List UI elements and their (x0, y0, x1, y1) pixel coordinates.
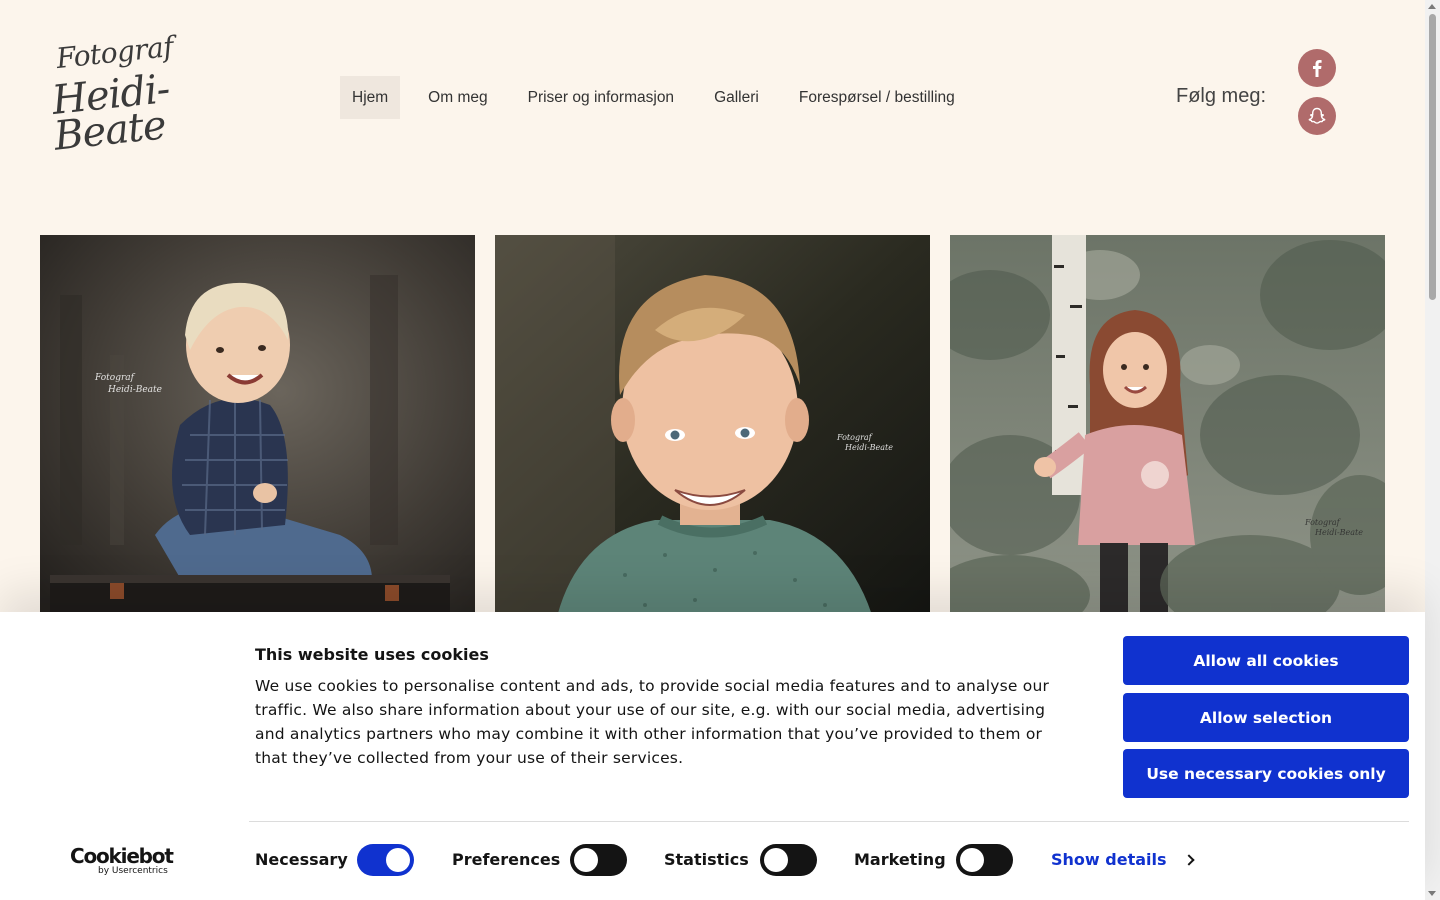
statistics-toggle[interactable] (760, 844, 817, 876)
allow-selection-button[interactable]: Allow selection (1123, 693, 1409, 742)
scroll-up-arrow-icon[interactable] (1428, 4, 1436, 9)
toggle-knob (960, 848, 984, 872)
chevron-right-icon (1182, 854, 1195, 866)
site-logo[interactable]: Fotograf Heidi- Beate (50, 30, 182, 161)
snapchat-link[interactable] (1298, 97, 1336, 135)
cookie-banner: This website uses cookies We use cookies… (0, 612, 1425, 900)
nav-item-galleri[interactable]: Galleri (702, 76, 771, 119)
preferences-label: Preferences (452, 850, 561, 869)
cookie-title: This website uses cookies (255, 645, 489, 664)
necessary-label: Necessary (255, 850, 348, 869)
allow-all-cookies-button[interactable]: Allow all cookies (1123, 636, 1409, 685)
site-header: Fotograf Heidi- Beate Hjem Om meg Priser… (0, 0, 1425, 200)
snapchat-icon (1308, 107, 1326, 124)
marketing-toggle[interactable] (956, 844, 1013, 876)
necessary-cookies-only-button[interactable]: Use necessary cookies only (1123, 749, 1409, 798)
cookiebot-logo: Cookiebot by Usercentrics (70, 845, 175, 877)
marketing-label: Marketing (854, 850, 946, 869)
toggle-knob (386, 848, 410, 872)
scroll-thumb[interactable] (1429, 14, 1436, 300)
cookie-divider (249, 821, 1409, 822)
facebook-icon (1313, 60, 1322, 77)
follow-label: Følg meg: (1176, 85, 1267, 107)
photo-toddler[interactable]: Fotograf Heidi-Beate (40, 235, 475, 625)
svg-text:Heidi-Beate: Heidi-Beate (844, 443, 893, 452)
toggle-knob (764, 848, 788, 872)
cookiebot-name: Cookiebot (70, 844, 174, 868)
nav-item-foresporsel[interactable]: Forespørsel / bestilling (787, 76, 967, 119)
logo-line-3: Beate (51, 102, 168, 160)
photo-boy[interactable]: Fotograf Heidi-Beate (495, 235, 930, 625)
toggle-knob (574, 848, 598, 872)
statistics-label: Statistics (664, 850, 749, 869)
photo-girl[interactable]: Fotograf Heidi-Beate (950, 235, 1385, 625)
nav-item-om-meg[interactable]: Om meg (416, 76, 499, 119)
facebook-link[interactable] (1298, 49, 1336, 87)
page-scrollbar[interactable] (1425, 0, 1440, 900)
cookie-description: We use cookies to personalise content an… (255, 677, 1050, 767)
main-nav: Hjem Om meg Priser og informasjon Galler… (340, 76, 983, 119)
necessary-toggle[interactable] (357, 844, 414, 876)
show-details-label: Show details (1051, 850, 1167, 869)
show-details-link[interactable]: Show details (1051, 850, 1195, 869)
scroll-down-arrow-icon[interactable] (1428, 891, 1436, 896)
nav-item-hjem[interactable]: Hjem (340, 76, 401, 119)
svg-text:Fotograf: Fotograf (836, 433, 874, 442)
svg-text:Fotograf: Fotograf (1304, 518, 1342, 527)
cookiebot-sub: by Usercentrics (98, 866, 168, 876)
svg-text:Heidi-Beate: Heidi-Beate (1314, 528, 1363, 537)
nav-item-priser[interactable]: Priser og informasjon (516, 76, 686, 119)
preferences-toggle[interactable] (570, 844, 627, 876)
svg-text:Heidi-Beate: Heidi-Beate (107, 385, 162, 395)
svg-text:Fotograf: Fotograf (94, 373, 136, 383)
